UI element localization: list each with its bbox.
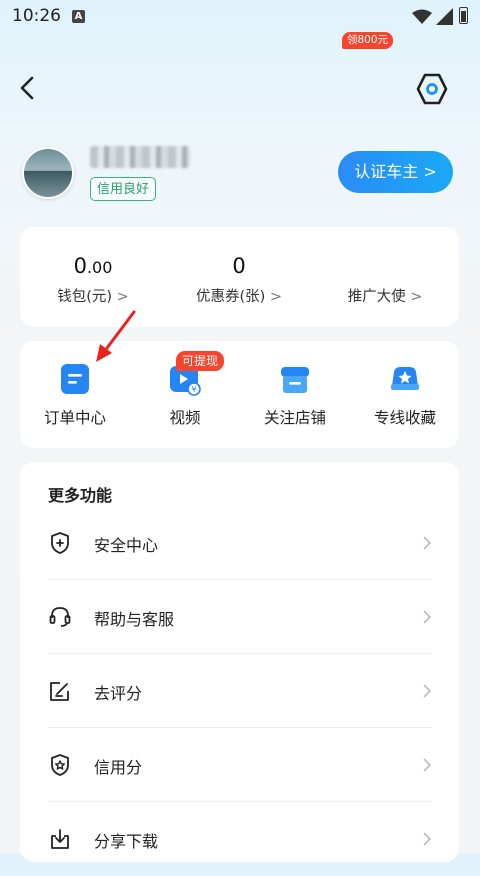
- video-label: 视频: [169, 409, 201, 427]
- svg-text:¥: ¥: [191, 385, 196, 394]
- pointer-arrow-icon: [96, 310, 136, 362]
- signal-icon: [436, 8, 453, 25]
- chevron-right-icon: [423, 832, 432, 846]
- route-favorites-button[interactable]: 专线收藏: [350, 341, 460, 448]
- chevron-right-icon: [423, 536, 432, 550]
- menu-item-label: 帮助与客服: [94, 610, 175, 629]
- stats-card: 0.00 钱包(元) > 0 优惠券(张) > 推广大使 >: [20, 227, 459, 327]
- status-time: 10:26: [12, 6, 61, 26]
- promoter-label: 推广大使 >: [347, 289, 423, 305]
- back-button[interactable]: [14, 74, 42, 102]
- battery-icon: [459, 7, 468, 24]
- coupon-value: 0: [232, 254, 246, 278]
- menu-item-credit-score[interactable]: 信用分: [48, 728, 432, 802]
- truck-star-icon: [391, 367, 419, 390]
- coupon-stat[interactable]: 0 优惠券(张) >: [166, 227, 312, 327]
- more-functions-card: 更多功能 安全中心 帮助与客服 去评分 信用分 分享下载: [20, 462, 459, 862]
- headset-icon: [49, 607, 71, 627]
- more-functions-title: 更多功能: [48, 486, 113, 505]
- chevron-right-icon: [423, 610, 432, 624]
- status-bar: 10:26 A: [0, 0, 480, 34]
- order-center-label: 订单中心: [43, 409, 106, 427]
- store-icon: [281, 367, 309, 393]
- shield-star-icon: [51, 754, 69, 776]
- route-favorites-label: 专线收藏: [373, 409, 436, 427]
- wallet-label: 钱包(元) >: [57, 289, 129, 305]
- username-blurred: [90, 146, 190, 168]
- notification-app-icon: A: [72, 10, 85, 23]
- menu-item-help-service[interactable]: 帮助与客服: [48, 580, 432, 654]
- quick-actions-card: 订单中心 ¥ 视频 关注店铺 专线收藏: [20, 341, 459, 448]
- order-list-icon: [61, 364, 89, 394]
- menu-item-label: 信用分: [94, 758, 143, 777]
- settings-button[interactable]: [414, 71, 450, 107]
- followed-stores-button[interactable]: 关注店铺: [240, 341, 350, 448]
- verify-owner-button[interactable]: 认证车主 >: [338, 151, 453, 193]
- promoter-stat[interactable]: 推广大使 >: [312, 227, 458, 327]
- chevron-right-icon: [423, 758, 432, 772]
- wifi-icon: [412, 9, 432, 24]
- wallet-value: 0.00: [73, 254, 113, 278]
- withdraw-badge: 可提现: [176, 351, 225, 371]
- menu-item-label: 去评分: [94, 684, 143, 703]
- menu-item-label: 安全中心: [94, 536, 159, 555]
- credit-badge: 信用良好: [90, 177, 157, 201]
- followed-stores-label: 关注店铺: [263, 409, 326, 427]
- edit-note-icon: [50, 682, 69, 701]
- coupon-label: 优惠券(张) >: [195, 289, 283, 305]
- chevron-right-icon: [423, 684, 432, 698]
- promoter-reward-badge: 领800元: [342, 32, 394, 49]
- avatar[interactable]: [22, 147, 74, 199]
- shield-plus-icon: [51, 532, 69, 554]
- menu-item-label: 分享下载: [94, 832, 159, 851]
- menu-item-security-center[interactable]: 安全中心: [48, 506, 432, 580]
- menu-item-rate[interactable]: 去评分: [48, 654, 432, 728]
- menu-item-share-download[interactable]: 分享下载: [48, 802, 432, 876]
- download-icon: [51, 829, 69, 849]
